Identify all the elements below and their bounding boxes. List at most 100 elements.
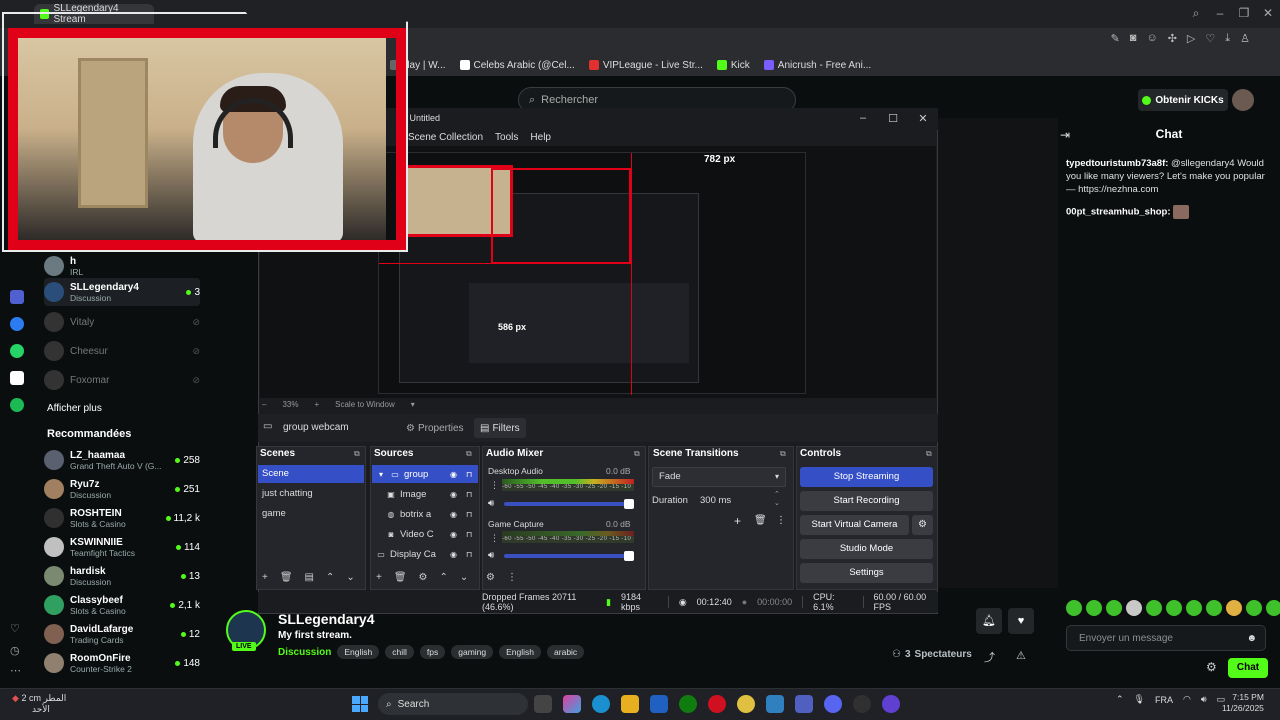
obs-preview-canvas[interactable] bbox=[378, 152, 806, 395]
settings-icon[interactable]: ⚙ bbox=[486, 572, 495, 583]
start-recording-button[interactable]: Start Recording bbox=[800, 491, 933, 511]
list-item[interactable]: Ryu7z Discussion 251 bbox=[44, 475, 200, 503]
list-item[interactable]: Classybeef Slots & Casino 2,1 k bbox=[44, 591, 200, 619]
outlook-icon[interactable] bbox=[650, 695, 668, 713]
list-item[interactable]: DavidLafarge Trading Cards 12 bbox=[44, 620, 200, 648]
properties-button[interactable]: ⚙ Properties bbox=[400, 418, 466, 438]
spinner-icon[interactable]: ⌃ ⌄ bbox=[774, 490, 780, 508]
chat-send-button[interactable]: Chat bbox=[1228, 658, 1268, 678]
list-item[interactable]: Foxomar ⊘ bbox=[44, 366, 200, 394]
chat-username[interactable]: 00pt_streamhub_shop: bbox=[1066, 207, 1171, 218]
messenger-icon[interactable] bbox=[10, 317, 24, 331]
chevron-down-icon[interactable]: ▾ bbox=[376, 470, 386, 479]
transition-select[interactable]: Fade ▾ bbox=[652, 467, 786, 487]
lock-icon[interactable]: ⊓ bbox=[466, 510, 478, 519]
zoom-in-icon[interactable]: + bbox=[314, 400, 319, 409]
chevron-down-icon[interactable]: ▾ bbox=[411, 400, 415, 409]
trash-icon[interactable]: 🗑︎ bbox=[754, 515, 767, 526]
emote-icon[interactable] bbox=[1206, 600, 1222, 616]
search-tabs-icon[interactable]: ⌕ bbox=[1186, 4, 1206, 22]
slider-handle[interactable] bbox=[624, 499, 634, 509]
more-icon[interactable]: ⋯ bbox=[10, 664, 21, 677]
list-item[interactable]: Vitaly ⊘ bbox=[44, 308, 200, 336]
emoji-icon[interactable]: ☻ bbox=[1246, 633, 1257, 644]
scale-mode[interactable]: Scale to Window bbox=[335, 400, 395, 409]
gear-icon[interactable]: ⚙ bbox=[419, 572, 428, 583]
microphone-icon[interactable]: 🎙︎ bbox=[1134, 694, 1145, 705]
emote-icon[interactable] bbox=[1126, 600, 1142, 616]
extension-icon[interactable]: ✣ bbox=[1168, 32, 1177, 45]
wifi-icon[interactable]: ◠ bbox=[1183, 694, 1191, 705]
show-more-link[interactable]: Afficher plus bbox=[47, 403, 102, 414]
volume-slider[interactable] bbox=[504, 499, 634, 509]
studio-mode-button[interactable]: Studio Mode bbox=[800, 539, 933, 559]
eye-icon[interactable]: ◉ bbox=[450, 530, 462, 539]
volume-slider[interactable] bbox=[504, 551, 634, 561]
emote-icon[interactable] bbox=[1186, 600, 1202, 616]
lock-icon[interactable]: ⊓ bbox=[466, 550, 478, 559]
eye-icon[interactable]: ◉ bbox=[450, 490, 462, 499]
trash-icon[interactable]: 🗑︎ bbox=[394, 572, 407, 583]
list-item[interactable]: KSWINNIIE Teamfight Tactics 114 bbox=[44, 533, 200, 561]
kebab-icon[interactable]: ⋮ bbox=[490, 480, 499, 491]
edit-icon[interactable]: ✎ bbox=[1111, 32, 1120, 45]
bookmark-3[interactable]: VIPLeague - Live Str... bbox=[588, 60, 703, 71]
share-icon[interactable]: ⤴ bbox=[984, 649, 995, 665]
chrome-icon[interactable] bbox=[737, 695, 755, 713]
emote-icon[interactable] bbox=[1266, 600, 1280, 616]
source-item[interactable]: ▾ ▭ group ◉ ⊓ bbox=[372, 465, 478, 483]
scene-item[interactable]: game bbox=[258, 505, 364, 523]
emote-icon[interactable] bbox=[1146, 600, 1162, 616]
spotify-icon[interactable] bbox=[10, 398, 24, 412]
add-icon[interactable]: + bbox=[376, 572, 382, 583]
heart-icon[interactable]: ♡ bbox=[1205, 32, 1215, 45]
list-item[interactable]: RoomOnFire Counter-Strike 2 148 bbox=[44, 649, 200, 677]
speaker-icon[interactable]: 🔊︎ bbox=[488, 550, 494, 561]
scene-item[interactable]: Scene bbox=[258, 465, 364, 483]
eye-icon[interactable]: ◉ bbox=[450, 550, 462, 559]
taskbar-search[interactable]: ⌕ Search bbox=[378, 693, 528, 715]
chat-username[interactable]: typedtouristumb73a8f: bbox=[1066, 158, 1168, 169]
bookmark-2[interactable]: Celebs Arabic (@Cel... bbox=[459, 60, 575, 71]
obs-minimize-icon[interactable]: – bbox=[856, 112, 870, 124]
tag[interactable]: gaming bbox=[451, 645, 494, 659]
edge-icon[interactable] bbox=[592, 695, 610, 713]
undock-icon[interactable]: ⧉ bbox=[634, 449, 640, 459]
trash-icon[interactable]: 🗑︎ bbox=[280, 572, 293, 583]
lock-icon[interactable]: ⊓ bbox=[466, 470, 478, 479]
undock-icon[interactable]: ⧉ bbox=[354, 449, 360, 459]
kebab-icon[interactable]: ⋮ bbox=[507, 572, 517, 583]
kick-app-icon[interactable] bbox=[10, 290, 24, 304]
obs-maximize-icon[interactable]: ☐ bbox=[886, 112, 900, 125]
emote-icon[interactable] bbox=[1166, 600, 1182, 616]
obs-close-icon[interactable]: ✕ bbox=[916, 112, 930, 125]
emote-icon[interactable] bbox=[1106, 600, 1122, 616]
undock-icon[interactable]: ⧉ bbox=[466, 449, 472, 459]
restore-icon[interactable]: ❐ bbox=[1234, 4, 1254, 22]
kebab-icon[interactable]: ⋮ bbox=[490, 533, 499, 544]
list-item[interactable]: LZ_haamaa Grand Theft Auto V (G... 258 bbox=[44, 446, 200, 474]
copilot-icon[interactable] bbox=[563, 695, 581, 713]
chat-settings-icon[interactable]: ⚙ bbox=[1206, 660, 1217, 674]
filter-icon[interactable]: ▤ bbox=[305, 572, 314, 583]
emote-icon[interactable] bbox=[1066, 600, 1082, 616]
stop-streaming-button[interactable]: Stop Streaming bbox=[800, 467, 933, 487]
source-item[interactable]: ▣ Image ◉ ⊓ bbox=[372, 485, 478, 503]
weather-widget[interactable]: ◆ 2 cm المطر الأحد bbox=[12, 693, 66, 715]
virtual-camera-settings-icon[interactable]: ⚙ bbox=[912, 515, 933, 535]
start-virtual-camera-button[interactable]: Start Virtual Camera bbox=[800, 515, 909, 535]
tag[interactable]: fps bbox=[419, 645, 446, 659]
down-icon[interactable]: ⌄ bbox=[346, 572, 354, 583]
xbox-icon[interactable] bbox=[679, 695, 697, 713]
kebab-icon[interactable]: ⋮ bbox=[776, 515, 786, 526]
category-link[interactable]: Discussion bbox=[278, 647, 331, 658]
opera-icon[interactable] bbox=[708, 695, 726, 713]
report-icon[interactable]: ⚠ bbox=[1016, 649, 1026, 662]
camera-icon[interactable]: ◙ bbox=[1130, 32, 1137, 45]
heart-icon[interactable]: ♡ bbox=[10, 622, 20, 635]
add-icon[interactable]: + bbox=[734, 514, 741, 528]
filters-button[interactable]: ▤ Filters bbox=[474, 418, 526, 438]
settings-button[interactable]: Settings bbox=[800, 563, 933, 583]
play-icon[interactable]: ▷ bbox=[1187, 32, 1195, 45]
emote-icon[interactable] bbox=[1246, 600, 1262, 616]
